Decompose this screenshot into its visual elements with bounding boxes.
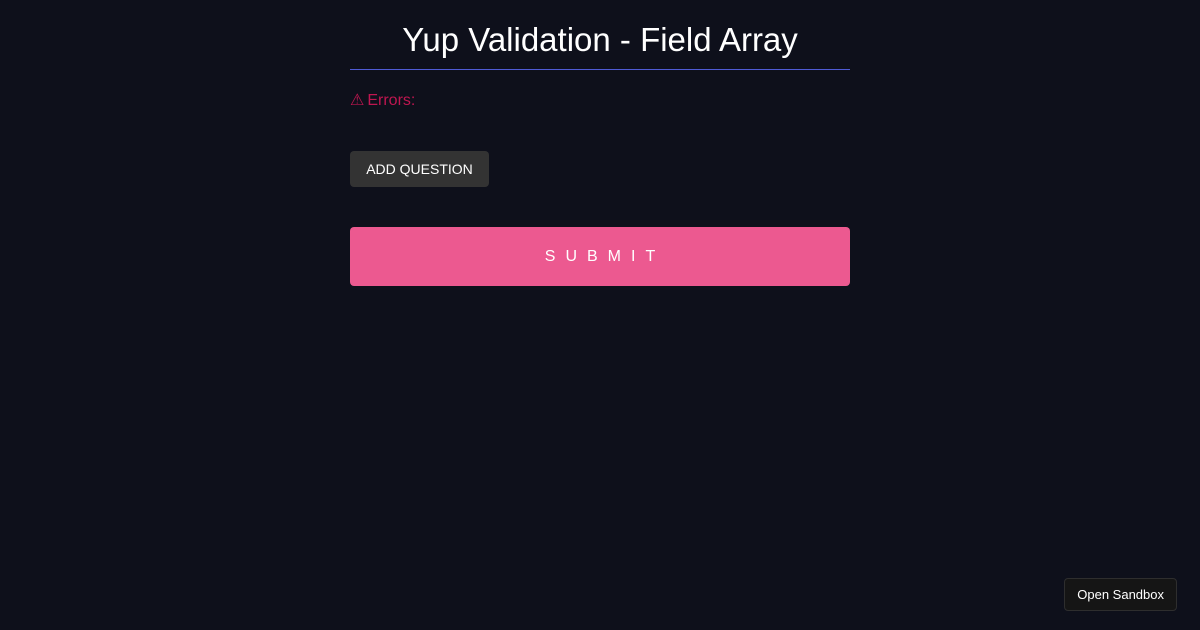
page: Yup Validation - Field Array ⚠ Errors: AD… <box>0 0 1200 630</box>
errors-message: ⚠ Errors: <box>350 91 415 111</box>
field-array-form: Yup Validation - Field Array ⚠ Errors: AD… <box>350 0 850 286</box>
title-divider <box>350 69 850 70</box>
errors-label: Errors: <box>367 92 416 109</box>
submit-button[interactable]: SUBMIT <box>350 227 850 286</box>
add-question-button[interactable]: ADD QUESTION <box>350 151 489 187</box>
open-sandbox-button[interactable]: Open Sandbox <box>1064 578 1177 611</box>
page-title: Yup Validation - Field Array <box>402 21 798 58</box>
warning-icon: ⚠ <box>350 92 365 109</box>
